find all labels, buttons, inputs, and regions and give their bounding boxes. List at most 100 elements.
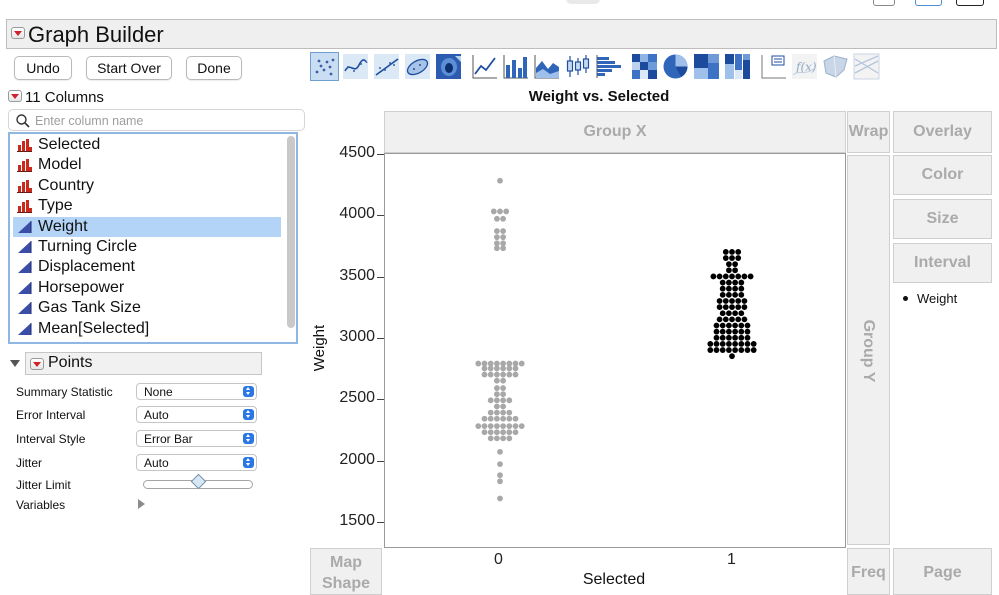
column-item[interactable]: Turning Circle: [13, 237, 281, 257]
points-disclosure-icon[interactable]: [30, 358, 44, 370]
jitter-limit-slider[interactable]: [143, 473, 253, 490]
data-point[interactable]: [506, 365, 513, 372]
column-item[interactable]: Country: [13, 176, 281, 196]
data-point[interactable]: [481, 415, 488, 422]
data-point[interactable]: [494, 397, 500, 404]
column-item[interactable]: Displacement: [13, 257, 281, 277]
data-point[interactable]: [722, 298, 729, 304]
data-point[interactable]: [729, 249, 735, 255]
data-point[interactable]: [738, 328, 745, 335]
data-point[interactable]: [500, 377, 506, 384]
data-point[interactable]: [497, 461, 503, 468]
variables-expand-icon[interactable]: [138, 499, 145, 509]
start-over-button[interactable]: Start Over: [86, 56, 172, 80]
data-point[interactable]: [512, 371, 519, 378]
data-point[interactable]: [506, 371, 513, 378]
data-point[interactable]: [735, 255, 742, 261]
heatmap-icon[interactable]: [630, 52, 659, 81]
data-point[interactable]: [481, 365, 488, 372]
smoother-icon[interactable]: [341, 52, 370, 81]
data-point[interactable]: [729, 255, 735, 261]
data-point[interactable]: [497, 478, 503, 485]
data-point[interactable]: [500, 423, 506, 429]
line-of-fit-icon[interactable]: [372, 52, 401, 81]
data-point[interactable]: [707, 347, 714, 353]
mosaic-icon[interactable]: [723, 52, 752, 81]
data-point[interactable]: [487, 397, 494, 404]
data-point[interactable]: [494, 403, 500, 410]
top-button-2[interactable]: [915, 0, 942, 6]
parallel-icon[interactable]: [852, 52, 881, 81]
data-point[interactable]: [722, 273, 729, 280]
data-point[interactable]: [744, 322, 751, 329]
data-point[interactable]: [729, 304, 735, 311]
data-point[interactable]: [726, 347, 732, 353]
data-point[interactable]: [726, 341, 732, 347]
data-point[interactable]: [732, 267, 738, 274]
data-point[interactable]: [726, 285, 732, 292]
data-point[interactable]: [726, 334, 732, 341]
column-search[interactable]: [8, 109, 305, 131]
data-point[interactable]: [713, 341, 720, 347]
data-point[interactable]: [500, 435, 506, 442]
data-point[interactable]: [494, 234, 500, 241]
data-point[interactable]: [719, 285, 726, 292]
group-x-zone[interactable]: Group X: [384, 111, 846, 153]
data-point[interactable]: [744, 334, 751, 341]
data-point[interactable]: [512, 365, 519, 372]
data-point[interactable]: [735, 304, 742, 311]
map-shapes-icon[interactable]: [821, 52, 850, 81]
freq-zone[interactable]: Freq: [847, 548, 890, 595]
data-point[interactable]: [497, 177, 503, 184]
data-point[interactable]: [719, 334, 726, 341]
data-point[interactable]: [497, 208, 503, 215]
data-point[interactable]: [722, 255, 729, 261]
data-point[interactable]: [722, 249, 729, 255]
data-point[interactable]: [744, 347, 751, 353]
data-point[interactable]: [494, 245, 500, 252]
data-point[interactable]: [497, 448, 503, 455]
data-point[interactable]: [732, 341, 738, 347]
data-point[interactable]: [726, 322, 732, 329]
data-point[interactable]: [487, 423, 494, 429]
data-point[interactable]: [494, 215, 500, 222]
data-point[interactable]: [716, 273, 723, 280]
column-item[interactable]: Horsepower: [13, 278, 281, 298]
data-point[interactable]: [494, 365, 500, 372]
map-shape-zone[interactable]: Map Shape: [310, 548, 382, 595]
group-y-zone[interactable]: Group Y: [847, 155, 890, 545]
data-point[interactable]: [506, 415, 513, 422]
data-point[interactable]: [494, 391, 500, 398]
column-item[interactable]: Model: [13, 155, 281, 175]
data-point[interactable]: [500, 409, 506, 416]
data-point[interactable]: [503, 208, 510, 215]
data-point[interactable]: [494, 415, 500, 422]
page-zone[interactable]: Page: [893, 548, 992, 595]
column-item[interactable]: Selected: [13, 135, 281, 155]
data-point[interactable]: [487, 371, 494, 378]
data-point[interactable]: [497, 472, 503, 479]
overlay-zone[interactable]: Overlay: [893, 111, 992, 153]
data-point[interactable]: [719, 291, 726, 298]
caption-box-icon[interactable]: [759, 52, 788, 81]
data-point[interactable]: [475, 423, 482, 429]
data-point[interactable]: [713, 322, 720, 329]
data-point[interactable]: [713, 347, 720, 353]
done-button[interactable]: Done: [186, 56, 242, 80]
pie-icon[interactable]: [661, 52, 690, 81]
data-point[interactable]: [506, 397, 513, 404]
data-point[interactable]: [500, 415, 506, 422]
data-point[interactable]: [487, 415, 494, 422]
data-point[interactable]: [738, 341, 745, 347]
data-point[interactable]: [500, 403, 506, 410]
area-icon[interactable]: [532, 52, 561, 81]
jitter-select[interactable]: Auto: [136, 454, 257, 471]
plot-frame[interactable]: [384, 153, 846, 548]
data-point[interactable]: [487, 365, 494, 372]
formula-icon[interactable]: f(x): [790, 52, 819, 81]
data-point[interactable]: [487, 409, 494, 416]
search-input[interactable]: [35, 112, 295, 129]
histogram-icon[interactable]: [594, 52, 623, 81]
data-point[interactable]: [494, 385, 500, 391]
data-point[interactable]: [719, 322, 726, 329]
